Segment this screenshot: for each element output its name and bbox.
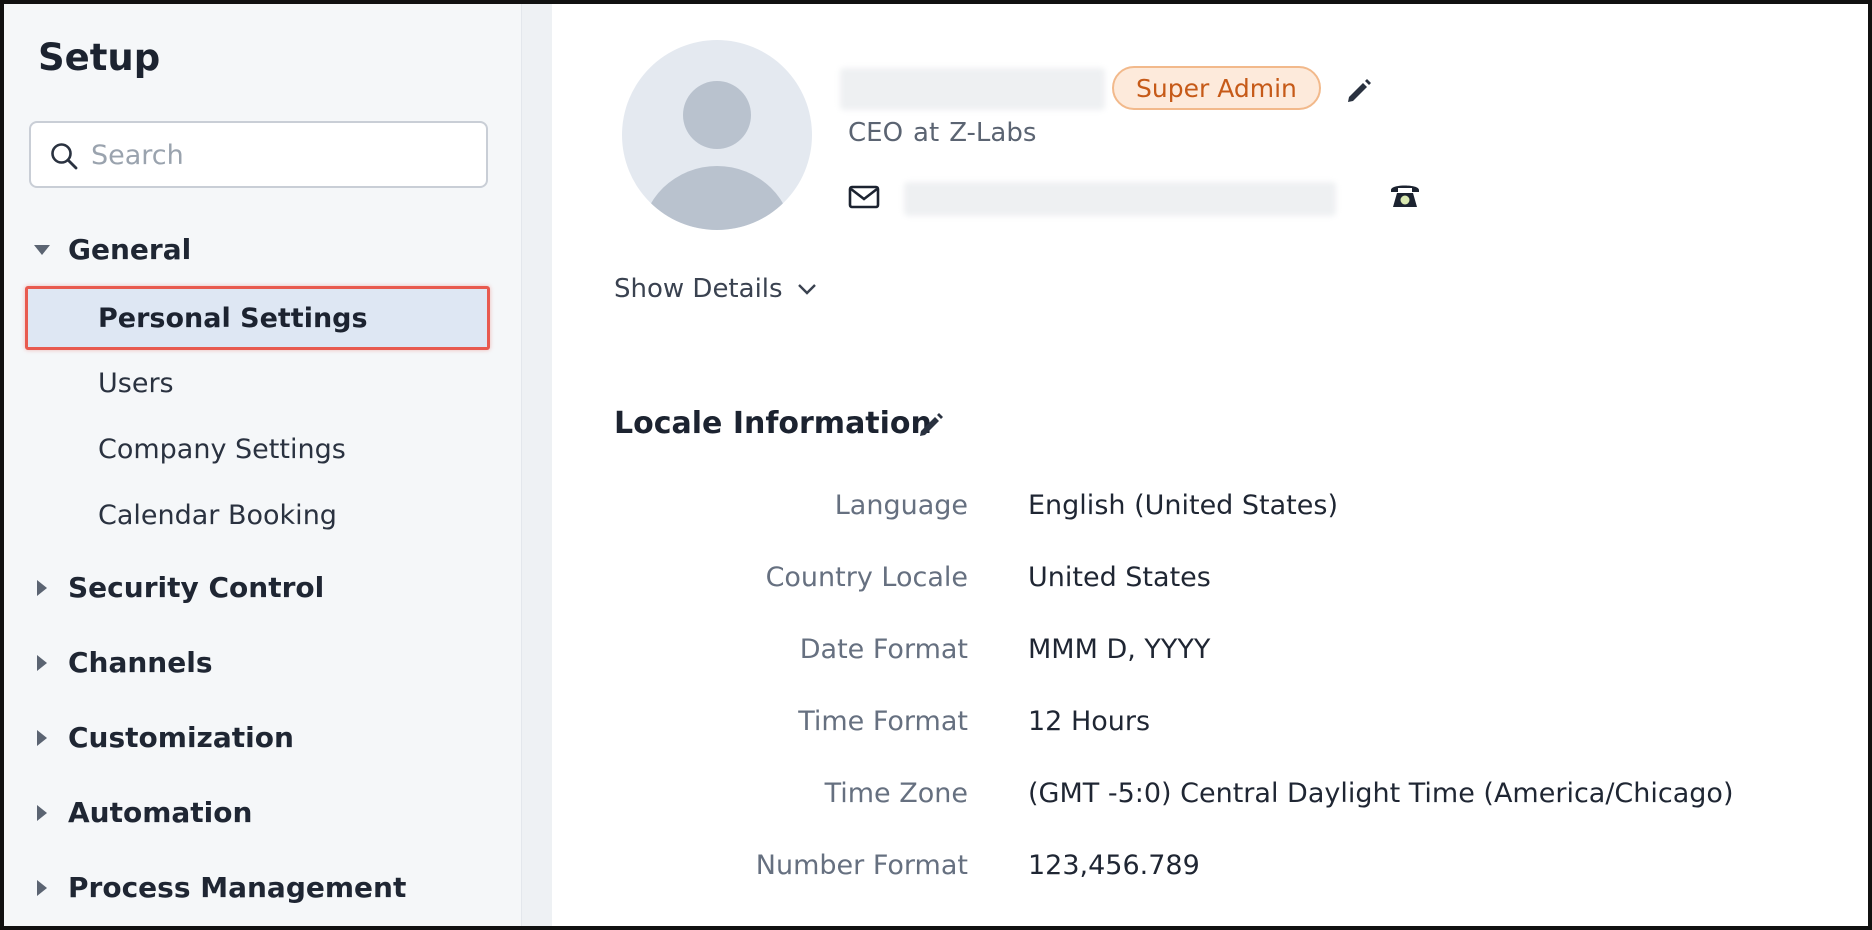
search-box[interactable] [29, 121, 488, 188]
caret-down-icon [32, 240, 52, 260]
sidebar-group-process-management[interactable]: Process Management [32, 871, 406, 904]
sidebar-group-automation[interactable]: Automation [32, 796, 252, 829]
sidebar-group-security-control[interactable]: Security Control [32, 571, 324, 604]
locale-label-number-format: Number Format [755, 850, 968, 881]
locale-value-language: English (United States) [1028, 490, 1338, 521]
sidebar-scroll-gutter [522, 4, 552, 926]
sidebar-group-channels[interactable]: Channels [32, 646, 213, 679]
locale-value-time-format: 12 Hours [1028, 706, 1151, 737]
caret-right-icon [32, 878, 52, 898]
sidebar: Setup General Personal Settings Users Co… [4, 4, 522, 926]
main-content: Super Admin CEO at Z-Labs Show Details Loc… [552, 4, 1868, 926]
app-window: Setup General Personal Settings Users Co… [0, 0, 1872, 930]
locale-value-date-format: MMM D, YYYY [1028, 634, 1211, 665]
edit-profile-pencil-icon[interactable] [1344, 76, 1374, 106]
sidebar-group-label: Process Management [68, 871, 407, 904]
locale-labels-column: Language Country Locale Date Format Time… [552, 4, 968, 926]
locale-value-time-zone: (GMT -5:0) Central Daylight Time (Americ… [1028, 778, 1734, 809]
sidebar-group-customization[interactable]: Customization [32, 721, 294, 754]
sidebar-group-label: Automation [68, 796, 253, 829]
locale-value-number-format: 123,456.789 [1028, 850, 1200, 881]
caret-right-icon [32, 653, 52, 673]
sidebar-item-company-settings[interactable]: Company Settings [98, 434, 346, 465]
sidebar-group-label: General [68, 233, 192, 266]
locale-label-language: Language [834, 490, 968, 521]
sidebar-item-personal-settings[interactable]: Personal Settings [25, 286, 490, 350]
caret-right-icon [32, 803, 52, 823]
sidebar-title: Setup [38, 36, 161, 79]
sidebar-item-calendar-booking[interactable]: Calendar Booking [98, 500, 337, 531]
search-icon [51, 143, 78, 170]
locale-label-time-zone: Time Zone [824, 778, 968, 809]
phone-icon[interactable] [1388, 178, 1422, 212]
search-input[interactable] [91, 135, 471, 175]
sidebar-group-label: Customization [68, 721, 294, 754]
email-redacted [904, 182, 1336, 216]
caret-right-icon [32, 728, 52, 748]
sidebar-item-label: Personal Settings [98, 302, 368, 334]
caret-right-icon [32, 578, 52, 598]
locale-value-country: United States [1028, 562, 1211, 593]
sidebar-group-general[interactable]: General [32, 233, 191, 266]
role-badge: Super Admin [1112, 66, 1321, 110]
sidebar-group-label: Security Control [68, 571, 325, 604]
locale-label-country: Country Locale [765, 562, 968, 593]
locale-label-date-format: Date Format [799, 634, 968, 665]
sidebar-item-users[interactable]: Users [98, 368, 174, 399]
sidebar-group-label: Channels [68, 646, 213, 679]
locale-label-time-format: Time Format [798, 706, 968, 737]
